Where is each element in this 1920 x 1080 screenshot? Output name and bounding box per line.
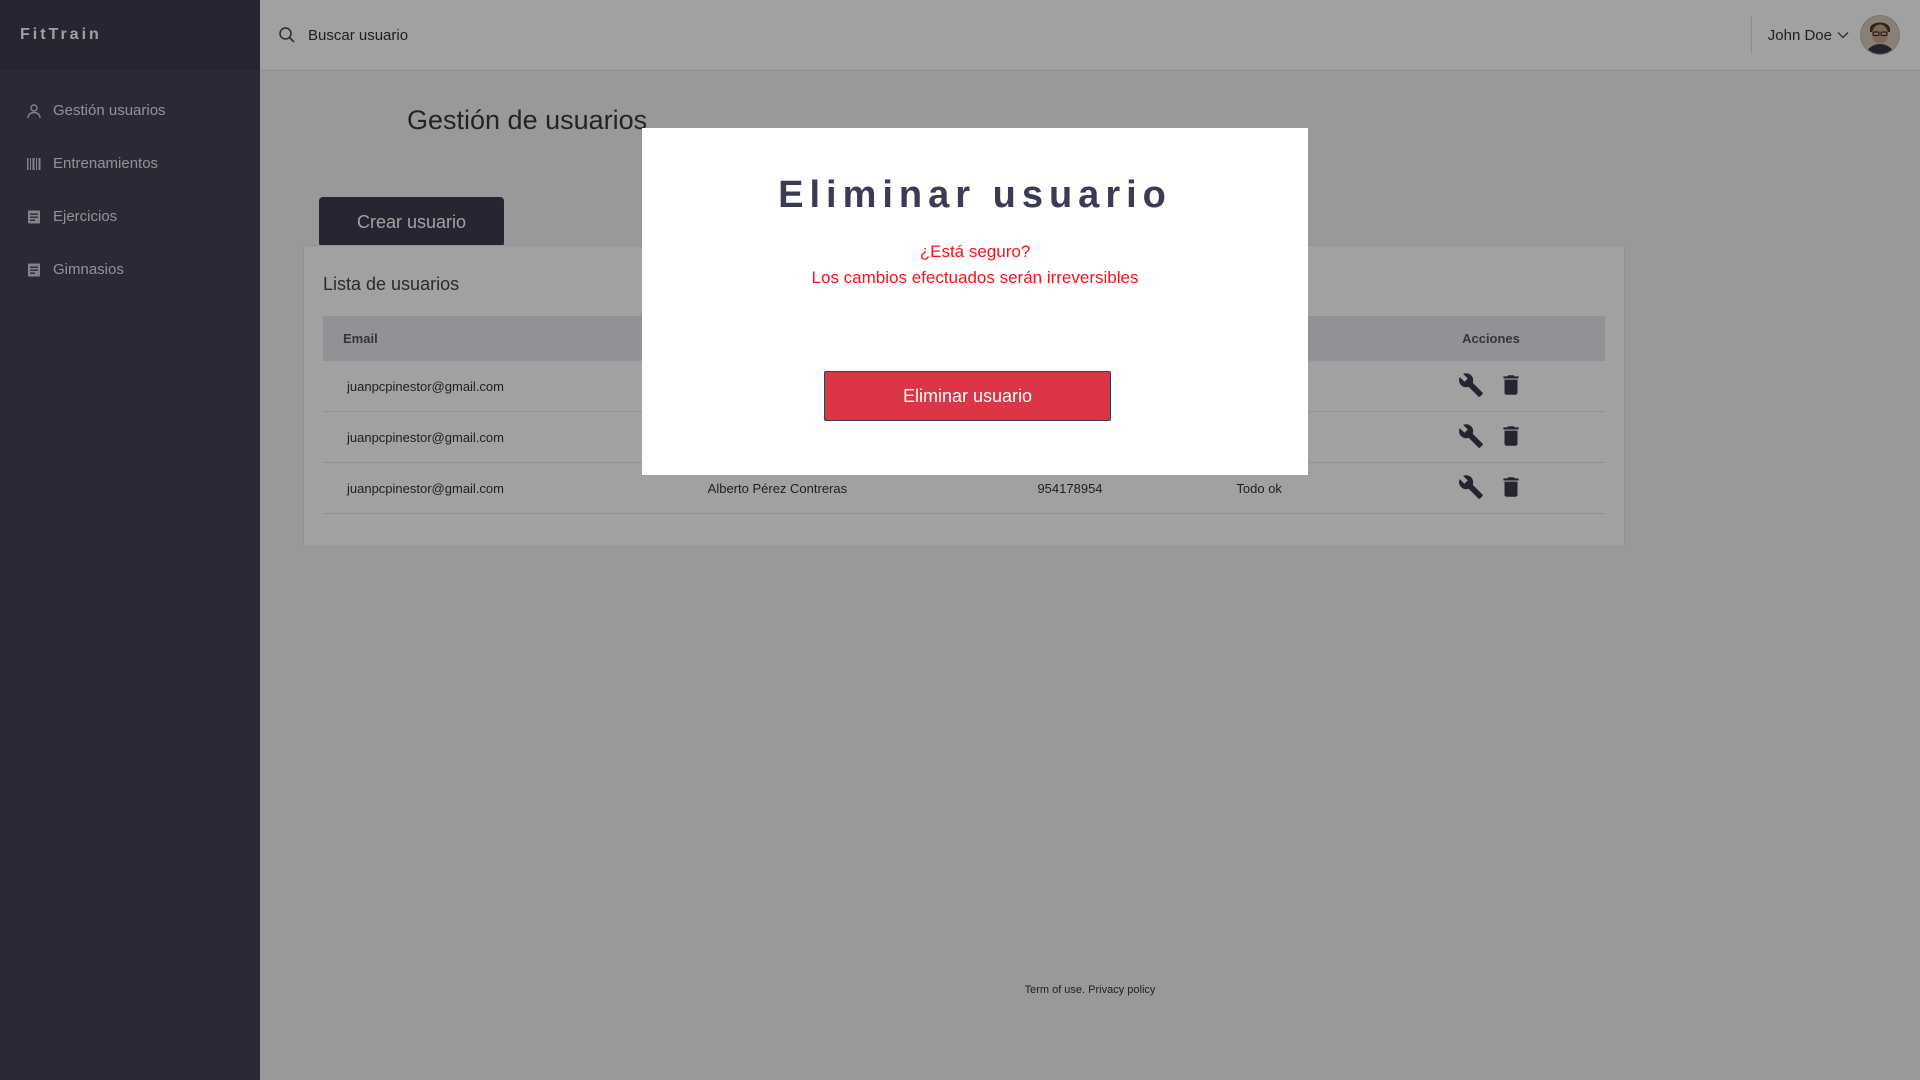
modal-title: Eliminar usuario bbox=[778, 174, 1172, 216]
modal-question: ¿Está seguro? bbox=[919, 242, 1031, 261]
modal-warning: Los cambios efectuados serán irreversibl… bbox=[811, 268, 1139, 287]
confirm-delete-button[interactable]: Eliminar usuario bbox=[824, 371, 1111, 421]
delete-user-modal: Eliminar usuario ¿Está seguro? Los cambi… bbox=[642, 128, 1308, 475]
